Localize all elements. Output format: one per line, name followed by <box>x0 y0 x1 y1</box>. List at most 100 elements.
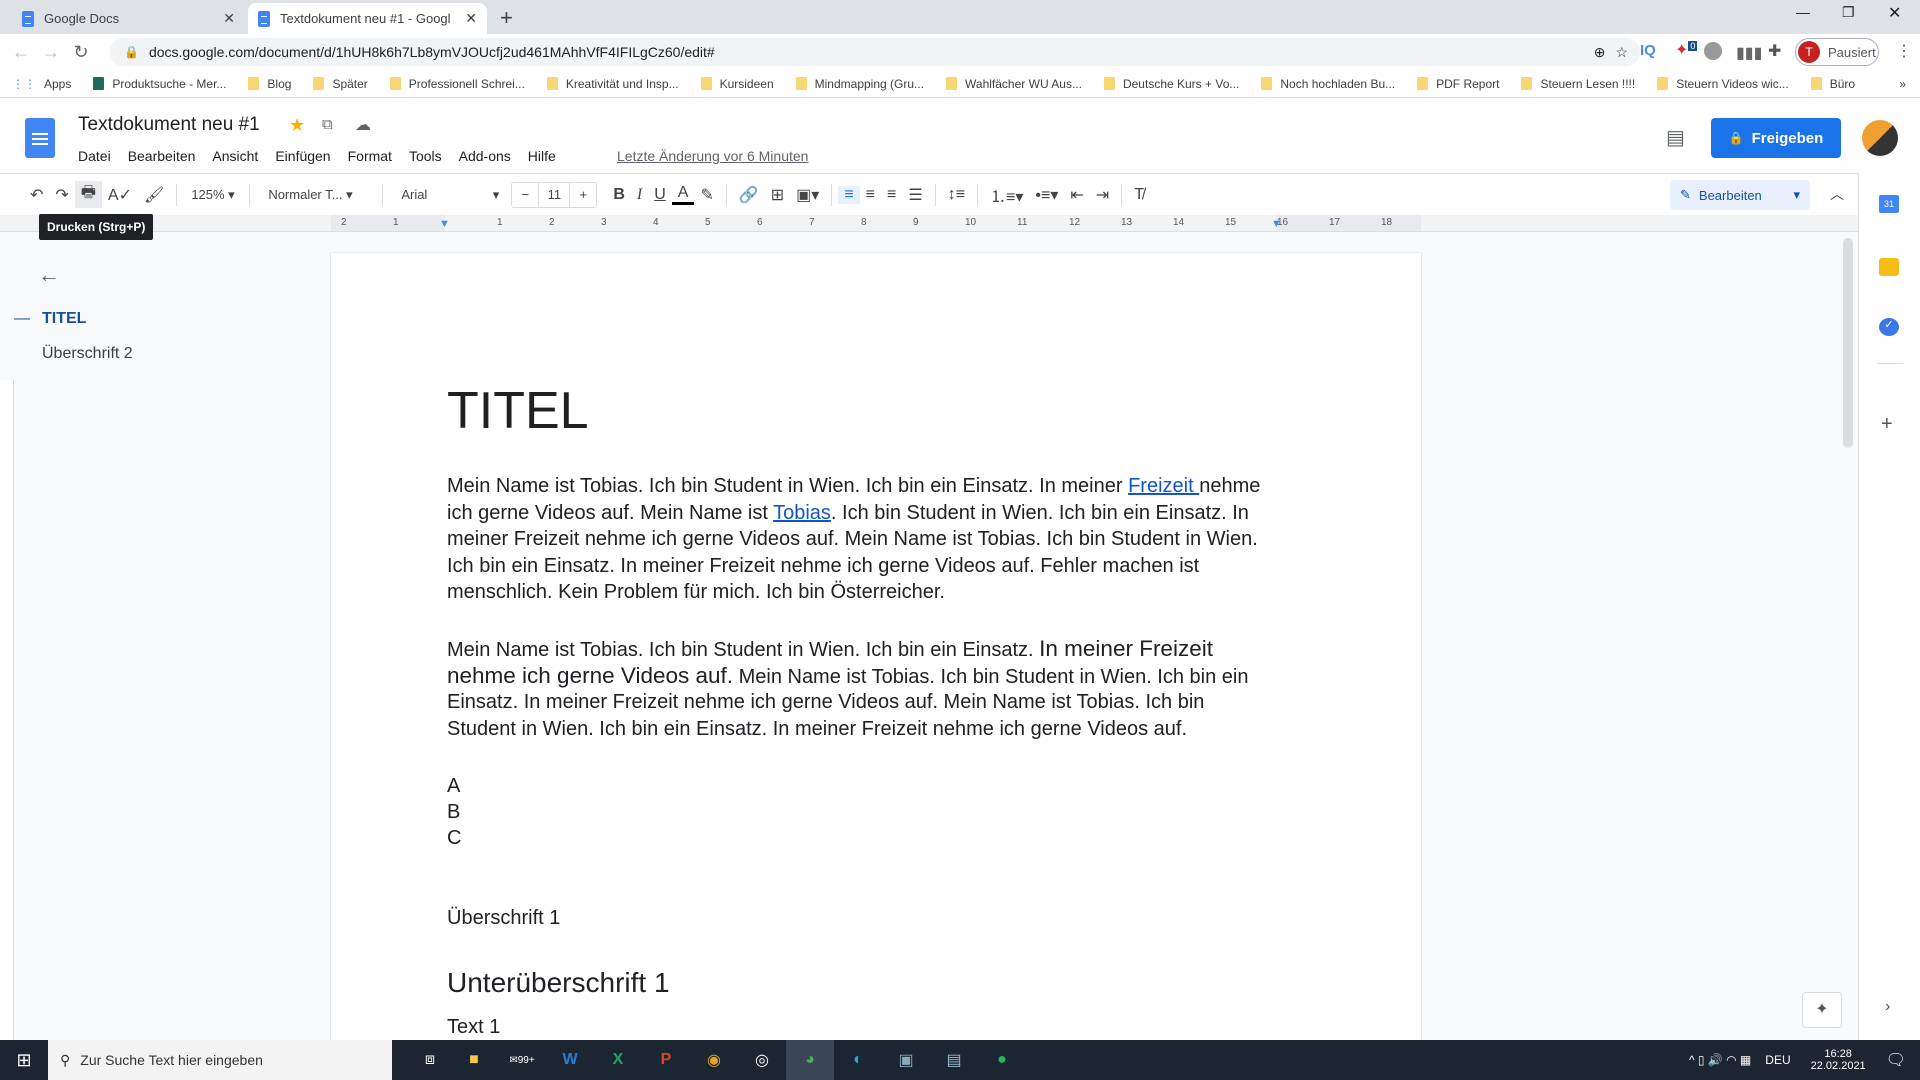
adblock-icon[interactable] <box>1704 42 1722 60</box>
share-button[interactable]: 🔒 Freigeben <box>1711 118 1841 158</box>
font-size-input[interactable]: 11 <box>538 182 571 207</box>
star-icon[interactable]: ☆ <box>1615 44 1628 61</box>
bulleted-list-icon[interactable]: •≡▾ <box>1029 185 1064 205</box>
bookmark-item[interactable]: Kreativität und Insp... <box>546 77 679 91</box>
bookmark-item[interactable]: Professionell Schrei... <box>389 77 525 91</box>
bookmark-item[interactable]: PDF Report <box>1417 77 1499 91</box>
keep-icon[interactable] <box>1879 258 1899 276</box>
editing-mode-select[interactable]: ✎ Bearbeiten ▾ <box>1670 180 1810 210</box>
style-select[interactable]: Normaler T... ▾ <box>256 187 376 203</box>
bookmark-item[interactable]: Kursideen <box>700 77 774 91</box>
increase-font-size-button[interactable]: + <box>570 187 596 202</box>
outline-item-ueberschrift-2[interactable]: Überschrift 2 <box>42 345 133 363</box>
bookmark-item[interactable]: Mindmapping (Gru... <box>795 77 924 91</box>
vertical-ruler[interactable] <box>0 380 14 1040</box>
menu-item[interactable]: Ansicht <box>212 148 258 164</box>
back-icon[interactable]: ← <box>6 42 36 63</box>
app-icon[interactable]: ◉ <box>690 1050 738 1070</box>
tray-icons[interactable]: ^ ▯ 🔊 ◠ ▦ <box>1689 1053 1751 1067</box>
align-left-icon[interactable]: ≡ <box>838 185 860 204</box>
menu-item[interactable]: Format <box>348 148 392 164</box>
close-icon[interactable]: ✕ <box>465 10 477 27</box>
clock[interactable]: 16:28 22.02.2021 <box>1811 1048 1866 1072</box>
add-addon-icon[interactable]: + <box>1881 413 1893 436</box>
horizontal-ruler[interactable]: ▼ ▼ 2 1 1 2 3 4 5 6 7 8 9 10 11 12 13 14 15 16 17 18 <box>0 215 1858 232</box>
line-spacing-icon[interactable]: ↕≡ <box>942 186 971 204</box>
collapse-menu-icon[interactable]: ︿ <box>1830 184 1844 204</box>
highlight-icon[interactable]: ✎ <box>694 185 719 205</box>
bookmark-item[interactable]: Deutsche Kurs + Vo... <box>1103 77 1239 91</box>
explore-button[interactable]: ✦ <box>1802 992 1842 1028</box>
left-indent-marker[interactable]: ▼ <box>439 218 450 230</box>
font-select[interactable]: Arial ▾ <box>389 187 499 203</box>
print-icon[interactable]: 🖶 <box>74 181 102 208</box>
url-field[interactable]: 🔒 docs.google.com/document/d/1hUH8k6h7Lb… <box>110 38 1640 66</box>
italic-icon[interactable]: I <box>631 186 648 204</box>
restore-button[interactable]: ❐ <box>1842 4 1855 21</box>
iq-extension-icon[interactable]: IQ <box>1640 42 1656 59</box>
align-center-icon[interactable]: ≡ <box>860 186 881 204</box>
menu-item[interactable]: Hilfe <box>528 148 556 164</box>
bookmark-item[interactable]: Steuern Videos wic... <box>1657 77 1789 91</box>
user-avatar[interactable] <box>1862 120 1898 156</box>
align-justify-icon[interactable]: ☰ <box>902 185 928 205</box>
increase-indent-icon[interactable]: ⇥ <box>1090 185 1115 205</box>
bookmark-item[interactable]: Noch hochladen Bu... <box>1261 77 1395 91</box>
outline-item-titel[interactable]: TITEL <box>42 310 86 328</box>
language-indicator[interactable]: DEU <box>1765 1053 1790 1067</box>
file-explorer-icon[interactable]: ■ <box>450 1051 498 1069</box>
tasks-icon[interactable]: ✓ <box>1879 318 1899 336</box>
scrollbar-thumb[interactable] <box>1843 238 1853 448</box>
chrome-icon[interactable]: ◕ <box>786 1040 834 1080</box>
move-folder-icon[interactable]: ⧉ <box>322 116 333 133</box>
hyperlink[interactable]: Freizeit <box>1128 475 1199 497</box>
clear-formatting-icon[interactable]: T̸ <box>1128 186 1150 204</box>
menu-item[interactable]: Einfügen <box>275 148 330 164</box>
comments-icon[interactable]: ▤ <box>1666 125 1685 150</box>
bookmark-item[interactable]: Steuern Lesen !!!! <box>1521 77 1635 91</box>
minimize-button[interactable]: — <box>1796 4 1810 20</box>
bookmark-item[interactable]: Blog <box>248 77 291 91</box>
new-tab-button[interactable]: + <box>500 5 513 31</box>
cloud-status-icon[interactable]: ☁ <box>355 115 371 135</box>
paint-format-icon[interactable]: 🖌 <box>138 185 170 205</box>
close-icon[interactable]: ✕ <box>223 10 235 27</box>
expand-panel-icon[interactable]: › <box>1885 998 1890 1016</box>
forward-icon[interactable]: → <box>36 42 66 63</box>
edge-icon[interactable]: ◐ <box>834 1051 882 1069</box>
notifications-icon[interactable]: 🗨 <box>1886 1050 1906 1070</box>
bookmark-item[interactable]: ⋮⋮ Apps <box>12 77 71 91</box>
decrease-indent-icon[interactable]: ⇤ <box>1064 185 1089 205</box>
word-icon[interactable]: W <box>546 1051 594 1069</box>
menu-item[interactable]: Bearbeiten <box>128 148 196 164</box>
calendar-icon[interactable]: 31 <box>1879 195 1899 213</box>
underline-icon[interactable]: U <box>648 186 672 204</box>
app-icon-2[interactable]: ▣ <box>882 1050 930 1070</box>
more-bookmarks-icon[interactable]: » <box>1899 77 1906 91</box>
profile-button[interactable]: T Pausiert <box>1795 38 1879 66</box>
tab-textdokument[interactable]: Textdokument neu #1 - Google D ✕ <box>248 3 487 34</box>
align-right-icon[interactable]: ≡ <box>881 186 902 204</box>
menu-item[interactable]: Tools <box>409 148 442 164</box>
extensions-puzzle-icon[interactable]: ✚ <box>1768 41 1781 61</box>
text-color-icon[interactable]: A <box>671 184 695 205</box>
windows-start-icon[interactable]: ⊞ <box>0 1050 48 1071</box>
bold-icon[interactable]: B <box>607 186 631 204</box>
tab-google-docs[interactable]: Google Docs ✕ <box>12 3 245 34</box>
bookmark-item[interactable]: Produktsuche - Mer... <box>93 77 226 91</box>
hyperlink[interactable]: Tobias <box>773 502 831 524</box>
decrease-font-size-button[interactable]: − <box>512 187 538 202</box>
link-icon[interactable]: 🔗 <box>733 185 765 205</box>
docs-logo[interactable] <box>25 118 55 158</box>
comment-add-icon[interactable]: ⊞ <box>765 185 790 205</box>
zoom-select[interactable]: 125% ▾ <box>183 187 243 203</box>
bookmark-item[interactable]: Wahlfächer WU Aus... <box>946 77 1082 91</box>
spotify-icon[interactable]: ● <box>978 1051 1026 1069</box>
spellcheck-icon[interactable]: A✓ <box>102 185 138 205</box>
last-edit-link[interactable]: Letzte Änderung vor 6 Minuten <box>617 148 808 164</box>
mail-icon[interactable]: ✉99+ <box>498 1055 546 1066</box>
undo-icon[interactable]: ↶ <box>24 185 49 205</box>
close-window-button[interactable]: ✕ <box>1888 3 1901 23</box>
taskbar-search-input[interactable]: ⚲ Zur Suche Text hier eingeben <box>48 1040 392 1080</box>
menu-item[interactable]: Add-ons <box>459 148 511 164</box>
